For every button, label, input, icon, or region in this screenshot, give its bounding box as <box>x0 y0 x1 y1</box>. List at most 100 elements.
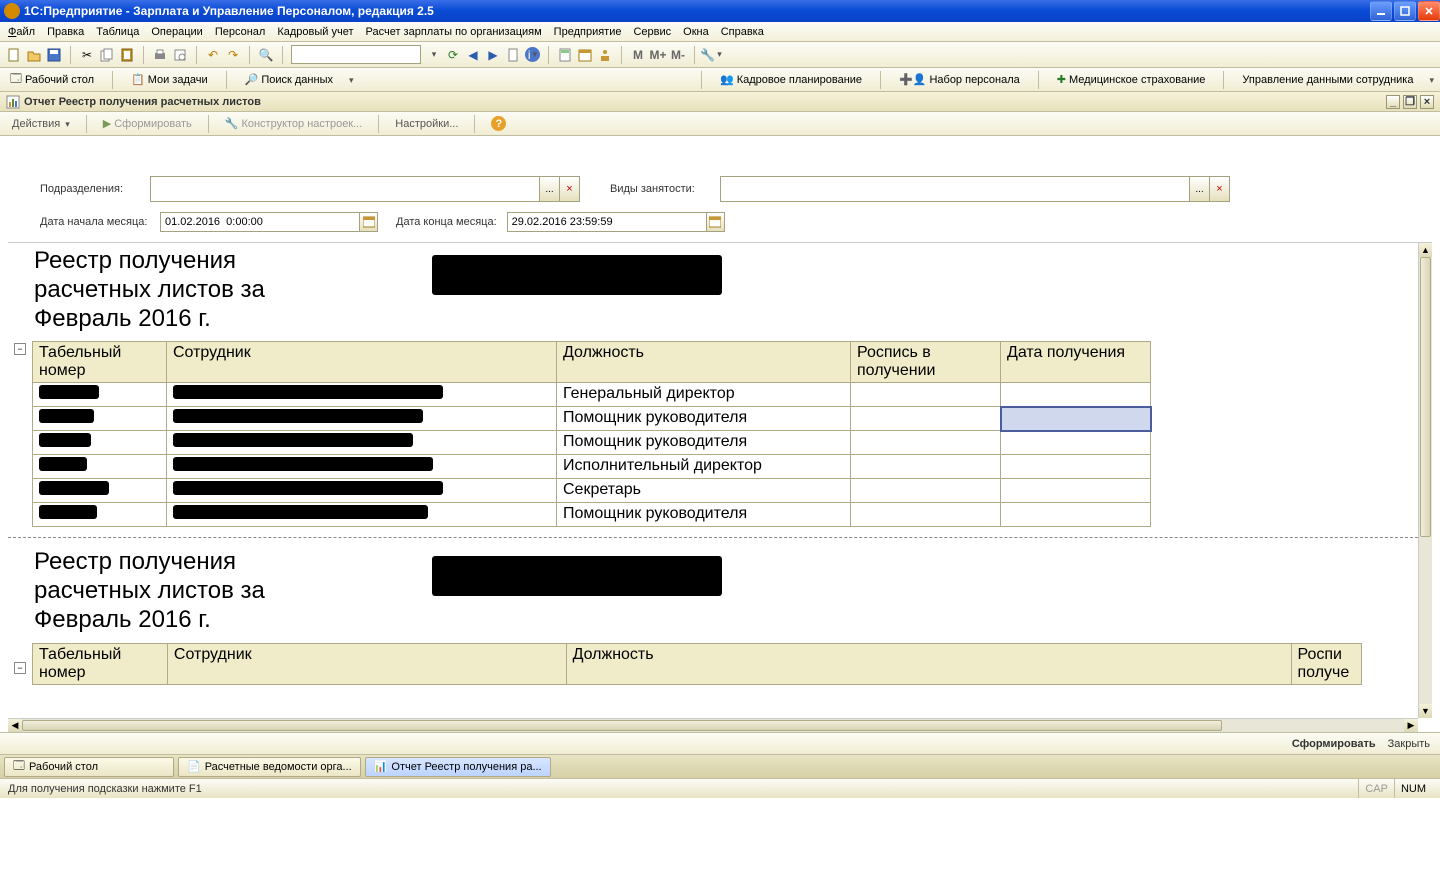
m-icon[interactable]: M <box>630 47 646 63</box>
doc-restore-button[interactable]: ❐ <box>1403 95 1417 109</box>
departments-clear-button[interactable]: × <box>560 176 580 202</box>
col-position: Должность <box>557 342 851 383</box>
menu-service[interactable]: Сервис <box>633 26 671 38</box>
date-end-input[interactable] <box>507 212 707 232</box>
m-minus-icon[interactable]: M- <box>670 47 686 63</box>
help-button[interactable]: ? <box>485 114 512 133</box>
menu-operations[interactable]: Операции <box>151 26 202 38</box>
shortcut-data-search[interactable]: 🔎Поиск данных <box>241 71 337 88</box>
minimize-button[interactable] <box>1370 1 1392 21</box>
nav-fwd-icon[interactable]: ▶ <box>485 47 501 63</box>
m-plus-icon[interactable]: M+ <box>650 47 666 63</box>
menu-help[interactable]: Справка <box>721 26 764 38</box>
refresh-icon[interactable]: ⟳ <box>445 47 461 63</box>
tab-desktop[interactable]: 🗔Рабочий стол <box>4 757 174 777</box>
tab-report[interactable]: 📊Отчет Реестр получения ра... <box>365 757 551 777</box>
table-row[interactable]: Исполнительный директор <box>33 455 1151 479</box>
table-row[interactable]: Генеральный директор <box>33 383 1151 407</box>
shortcut-overflow-left[interactable] <box>347 74 354 86</box>
copy-icon[interactable] <box>99 47 115 63</box>
departments-input[interactable] <box>150 176 540 202</box>
redacted-org-name-1 <box>432 255 722 295</box>
menu-file[interactable]: Файл <box>8 26 35 38</box>
calc-icon[interactable] <box>557 47 573 63</box>
toolbar-search-dropdown[interactable] <box>425 47 441 63</box>
shortcut-overflow-right[interactable] <box>1427 74 1434 86</box>
scroll-right-button[interactable]: ▶ <box>1404 719 1418 732</box>
vertical-scrollbar[interactable]: ▲ ▼ <box>1418 243 1432 718</box>
new-icon[interactable] <box>6 47 22 63</box>
table-row[interactable]: Помощник руководителя <box>33 407 1151 431</box>
settings-button[interactable]: Настройки... <box>389 116 464 132</box>
horizontal-scrollbar[interactable]: ◀ ▶ <box>8 718 1418 732</box>
cut-icon[interactable]: ✂ <box>79 47 95 63</box>
menu-enterprise[interactable]: Предприятие <box>554 26 622 38</box>
print-preview-icon[interactable] <box>172 47 188 63</box>
generate-button[interactable]: ▶Сформировать <box>97 115 198 132</box>
footer-generate-button[interactable]: Сформировать <box>1292 738 1376 750</box>
departments-label: Подразделения: <box>40 183 140 195</box>
selected-cell[interactable] <box>1001 407 1151 431</box>
toolbar-search-input[interactable] <box>291 45 421 64</box>
search-icon: 🔎 <box>245 73 259 86</box>
app-icon <box>4 3 20 19</box>
menu-payroll[interactable]: Расчет зарплаты по организациям <box>366 26 542 38</box>
org-icon[interactable] <box>597 47 613 63</box>
date-start-calendar-button[interactable] <box>360 212 378 232</box>
save-icon[interactable] <box>46 47 62 63</box>
paste-icon[interactable] <box>119 47 135 63</box>
undo-icon[interactable]: ↶ <box>205 47 221 63</box>
collapse-section-1[interactable]: − <box>14 343 26 355</box>
shortcut-hr-planning[interactable]: 👥Кадровое планирование <box>716 71 866 88</box>
tools-icon[interactable]: 🔧 <box>703 47 719 63</box>
shortcut-my-tasks[interactable]: 📋Мои задачи <box>127 71 212 88</box>
scroll-down-button[interactable]: ▼ <box>1419 704 1432 718</box>
menu-hr-accounting[interactable]: Кадровый учет <box>277 26 353 38</box>
help-icon[interactable]: i <box>525 47 540 62</box>
menu-table[interactable]: Таблица <box>96 26 139 38</box>
tab-payroll-sheets[interactable]: 📄Расчетные ведомости орга... <box>178 757 361 777</box>
nav-back-icon[interactable]: ◀ <box>465 47 481 63</box>
open-icon[interactable] <box>26 47 42 63</box>
redo-icon[interactable]: ↷ <box>225 47 241 63</box>
shortcut-med-insurance[interactable]: ✚Медицинское страхование <box>1053 71 1210 88</box>
employment-types-select-button[interactable]: ... <box>1190 176 1210 202</box>
clipboard-icon[interactable] <box>505 47 521 63</box>
employment-types-clear-button[interactable]: × <box>1210 176 1230 202</box>
menu-windows[interactable]: Окна <box>683 26 709 38</box>
maximize-button[interactable] <box>1394 1 1416 21</box>
shortcut-desktop[interactable]: 🗔Рабочий стол <box>6 68 98 91</box>
settings-constructor-button[interactable]: 🔧Конструктор настроек... <box>219 115 369 132</box>
doc-close-button[interactable]: × <box>1420 95 1434 109</box>
print-icon[interactable] <box>152 47 168 63</box>
table-row[interactable]: Секретарь <box>33 479 1151 503</box>
employment-types-input[interactable] <box>720 176 1190 202</box>
footer-close-button[interactable]: Закрыть <box>1388 738 1430 750</box>
col-signature-2: Роспиполуче <box>1291 643 1362 684</box>
scroll-thumb-v[interactable] <box>1420 257 1431 537</box>
shortcut-recruitment[interactable]: ➕👤Набор персонала <box>895 71 1024 88</box>
redacted-org-name-2 <box>432 556 722 596</box>
table-row[interactable]: Помощник руководителя <box>33 503 1151 527</box>
doc-minimize-button[interactable]: _ <box>1386 95 1400 109</box>
menu-personnel[interactable]: Персонал <box>215 26 266 38</box>
date-start-input[interactable] <box>160 212 360 232</box>
scroll-up-button[interactable]: ▲ <box>1419 243 1432 257</box>
scroll-left-button[interactable]: ◀ <box>8 719 22 732</box>
col-employee-2: Сотрудник <box>167 643 566 684</box>
collapse-section-2[interactable]: − <box>14 662 26 674</box>
calendar-icon[interactable] <box>577 47 593 63</box>
status-hint: Для получения подсказки нажмите F1 <box>8 783 202 795</box>
report-table-2: Табельный номер Сотрудник Должность Росп… <box>32 643 1362 685</box>
date-end-calendar-button[interactable] <box>707 212 725 232</box>
table-row[interactable]: Помощник руководителя <box>33 431 1151 455</box>
scroll-thumb-h[interactable] <box>22 720 1222 731</box>
menu-edit[interactable]: Правка <box>47 26 84 38</box>
actions-button[interactable]: Действия <box>6 116 76 132</box>
shortcut-data-mgmt[interactable]: Управление данными сотрудника <box>1238 72 1417 88</box>
departments-select-button[interactable]: ... <box>540 176 560 202</box>
close-button[interactable] <box>1418 1 1440 21</box>
search-icon[interactable]: 🔍 <box>258 47 274 63</box>
employment-types-label: Виды занятости: <box>610 183 710 195</box>
report-inner[interactable]: − Реестр получения расчетных листов за Ф… <box>8 243 1418 718</box>
